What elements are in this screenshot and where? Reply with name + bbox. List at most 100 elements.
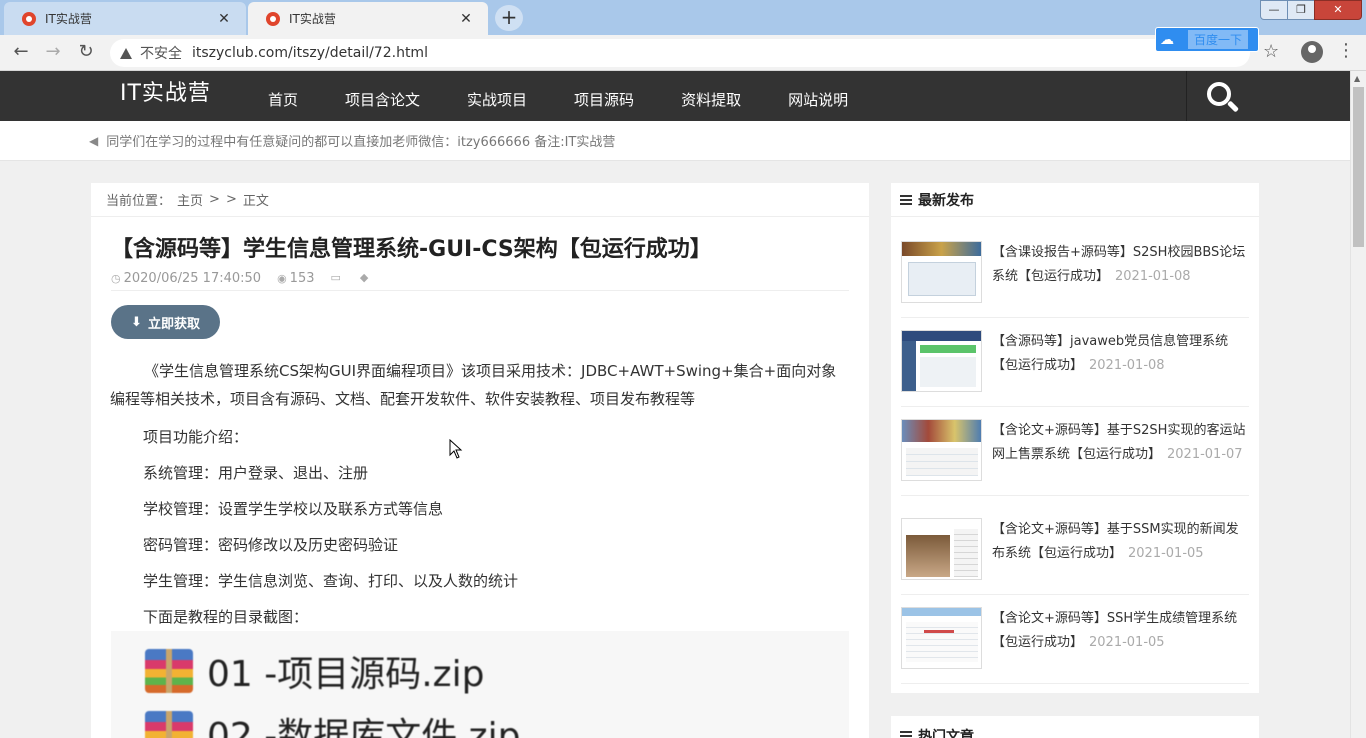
winrar-archive-icon (145, 649, 193, 693)
breadcrumb-current: 正文 (242, 194, 269, 209)
article-body: 《学生信息管理系统CS架构GUI界面编程项目》该项目采用技术：JDBC+AWT+… (110, 357, 850, 631)
directory-screenshot: 01 -项目源码.zip 02 -数据库文件.zip (111, 631, 849, 738)
tab-close-icon[interactable]: ✕ (458, 11, 474, 27)
latest-posts-panel: 最新发布 【含课设报告+源码等】S2SH校园BBS论坛系统【包运行成功】 2021… (891, 183, 1259, 693)
post-text[interactable]: 【含论文+源码等】基于S2SH实现的客运站网上售票系统【包运行成功】 2021-0… (992, 419, 1249, 467)
post-date: 2021-01-08 (1115, 269, 1191, 284)
get-now-button[interactable]: ⬇ 立即获取 (111, 305, 220, 339)
notice-text: 同学们在学习的过程中有任意疑问的都可以直接加老师微信：itzy666666 备注… (106, 135, 616, 150)
browser-tab-2[interactable]: IT实战营 ✕ (248, 2, 488, 35)
nav-item-projects-with-paper[interactable]: 项目含论文 (345, 89, 420, 110)
post-text[interactable]: 【含课设报告+源码等】S2SH校园BBS论坛系统【包运行成功】 2021-01-0… (992, 241, 1249, 289)
security-label[interactable]: 不安全 (140, 43, 182, 63)
hot-posts-panel: 热门文章 (891, 716, 1259, 738)
baidu-extension-button[interactable]: ☁ 百度一下 (1155, 27, 1259, 52)
site-favicon-icon (22, 11, 36, 26)
eye-icon: ◉ (277, 272, 287, 285)
article-line: 学生管理：学生信息浏览、查询、打印、以及人数的统计 (143, 572, 519, 590)
zip-file-name: 01 -项目源码.zip (207, 654, 485, 695)
url-text[interactable]: itszyclub.com/itszy/detail/72.html (192, 45, 428, 61)
tab-title: IT实战营 (45, 12, 92, 26)
maximize-button[interactable]: ❐ (1287, 0, 1315, 20)
breadcrumb-separator: > (225, 192, 237, 207)
post-text[interactable]: 【含论文+源码等】SSH学生成绩管理系统【包运行成功】 2021-01-05 (992, 607, 1249, 655)
list-bars-icon (900, 731, 912, 738)
latest-post-item[interactable]: 【含论文+源码等】基于S2SH实现的客运站网上售票系统【包运行成功】 2021-0… (901, 407, 1249, 496)
scroll-thumb[interactable] (1353, 87, 1364, 247)
folder-icon[interactable]: ▭ (331, 271, 341, 290)
post-thumbnail[interactable] (901, 419, 982, 481)
tab-close-icon[interactable]: ✕ (216, 11, 232, 27)
site-header: IT实战营 首页 项目含论文 实战项目 项目源码 资料提取 网站说明 (0, 71, 1350, 121)
article-line: 密码管理：密码修改以及历史密码验证 (143, 536, 399, 554)
hot-posts-title: 热门文章 (918, 729, 974, 738)
hot-posts-header: 热门文章 (891, 716, 1259, 738)
article-views: ◉ 153 (277, 271, 314, 290)
post-date: 2021-01-07 (1167, 447, 1243, 462)
main-nav: 首页 项目含论文 实战项目 项目源码 资料提取 网站说明 (268, 89, 848, 110)
back-arrow-icon[interactable]: ← (10, 41, 32, 62)
nav-item-home[interactable]: 首页 (268, 89, 298, 110)
breadcrumb: 当前位置： 主页 > > 正文 (91, 183, 869, 217)
post-thumbnail[interactable] (901, 330, 982, 392)
scroll-up-icon[interactable]: ▲ (1354, 74, 1360, 83)
zip-file-row: 01 -项目源码.zip (145, 645, 484, 697)
breadcrumb-label: 当前位置： (106, 194, 172, 209)
article-title: 【含源码等】学生信息管理系统-GUI-CS架构【包运行成功】 (111, 237, 712, 262)
minimize-button[interactable]: — (1260, 0, 1288, 20)
breadcrumb-separator: > (209, 192, 220, 207)
breadcrumb-home[interactable]: 主页 (177, 190, 203, 209)
nav-item-resources[interactable]: 资料提取 (681, 89, 741, 110)
nav-item-project-source[interactable]: 项目源码 (574, 89, 634, 110)
browser-tab-1[interactable]: IT实战营 ✕ (4, 2, 246, 35)
forward-arrow-icon[interactable]: → (42, 41, 64, 62)
bookmark-star-icon[interactable]: ☆ (1263, 41, 1279, 62)
site-search-button[interactable] (1186, 71, 1256, 121)
article-card: 当前位置： 主页 > > 正文 【含源码等】学生信息管理系统-GUI-CS架构【… (91, 183, 869, 738)
latest-post-item[interactable]: 【含论文+源码等】基于SSM实现的新闻发布系统【包运行成功】 2021-01-05 (901, 506, 1249, 595)
window-close-button[interactable]: ✕ (1314, 0, 1362, 20)
winrar-archive-icon (145, 711, 193, 738)
article-line: 项目功能介绍： (143, 428, 249, 446)
tags-icon[interactable]: ◆ (360, 271, 368, 290)
article-line: 下面是教程的目录截图： (143, 608, 309, 626)
post-text[interactable]: 【含源码等】javaweb党员信息管理系统【包运行成功】 2021-01-08 (992, 330, 1249, 378)
post-text[interactable]: 【含论文+源码等】基于SSM实现的新闻发布系统【包运行成功】 2021-01-05 (992, 518, 1249, 566)
baidu-extension-label: 百度一下 (1188, 30, 1249, 49)
nav-item-about[interactable]: 网站说明 (788, 89, 848, 110)
article-meta: ◷ 2020/06/25 17:40:50 ◉ 153 ▭ ◆ (111, 271, 849, 291)
article-intro: 《学生信息管理系统CS架构GUI界面编程项目》该项目采用技术：JDBC+AWT+… (110, 362, 837, 408)
latest-post-item[interactable]: 【含论文+源码等】SSH学生成绩管理系统【包运行成功】 2021-01-05 (901, 595, 1249, 684)
new-tab-button[interactable]: + (495, 5, 523, 31)
article-views-count: 153 (289, 271, 315, 286)
post-date: 2021-01-05 (1089, 635, 1165, 650)
post-date: 2021-01-05 (1128, 546, 1204, 561)
post-thumbnail[interactable] (901, 518, 982, 580)
latest-post-item[interactable]: 【含课设报告+源码等】S2SH校园BBS论坛系统【包运行成功】 2021-01-0… (901, 229, 1249, 318)
nav-item-practical-projects[interactable]: 实战项目 (467, 89, 527, 110)
post-date: 2021-01-08 (1089, 358, 1165, 373)
article-date-text: 2020/06/25 17:40:50 (123, 271, 262, 286)
clock-icon: ◷ (111, 272, 121, 285)
site-logo[interactable]: IT实战营 (120, 75, 211, 107)
site-favicon-icon (266, 11, 280, 26)
zip-file-name: 02 -数据库文件.zip (207, 716, 521, 738)
zip-file-row: 02 -数据库文件.zip (145, 707, 520, 738)
download-icon: ⬇ (131, 314, 142, 330)
article-date: ◷ 2020/06/25 17:40:50 (111, 271, 261, 290)
browser-menu-icon[interactable]: ⋮ (1337, 41, 1355, 61)
profile-avatar-icon[interactable] (1301, 41, 1323, 63)
reload-icon[interactable]: ↻ (75, 41, 97, 62)
search-icon-handle (1226, 100, 1240, 113)
latest-posts-title: 最新发布 (918, 192, 974, 209)
page-scrollbar[interactable]: ▲ (1350, 71, 1366, 738)
cloud-icon: ☁ (1160, 31, 1174, 48)
article-line: 系统管理：用户登录、退出、注册 (143, 464, 369, 482)
address-bar[interactable]: 不安全 itszyclub.com/itszy/detail/72.html (110, 39, 1250, 67)
latest-post-item[interactable]: 【含源码等】javaweb党员信息管理系统【包运行成功】 2021-01-08 (901, 318, 1249, 407)
tab-title: IT实战营 (289, 12, 336, 26)
post-thumbnail[interactable] (901, 607, 982, 669)
post-thumbnail[interactable] (901, 241, 982, 303)
warning-icon (120, 47, 132, 59)
get-now-label: 立即获取 (147, 316, 200, 332)
